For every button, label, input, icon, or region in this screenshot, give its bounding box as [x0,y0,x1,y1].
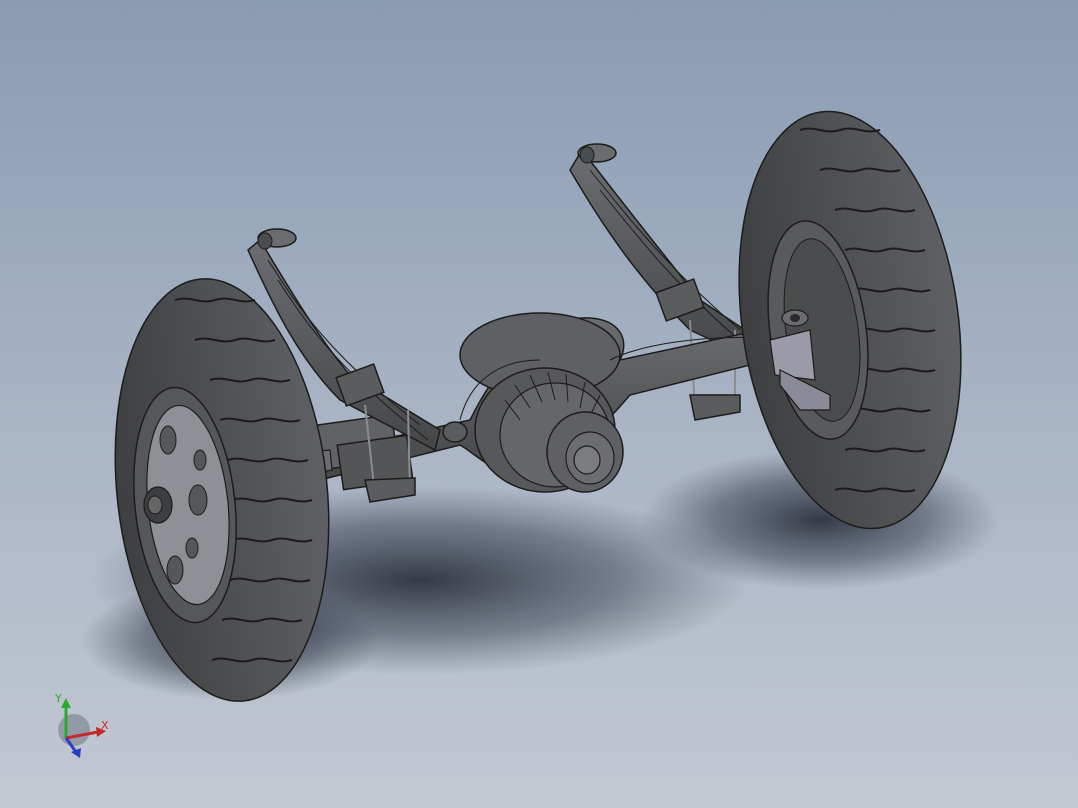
coordinate-triad[interactable]: Y X [40,690,120,770]
x-axis-label: X [101,719,109,732]
rear-axle-assembly-model[interactable] [0,0,1078,808]
y-axis-label: Y [55,692,62,705]
3d-viewport[interactable]: Y X [0,0,1078,808]
